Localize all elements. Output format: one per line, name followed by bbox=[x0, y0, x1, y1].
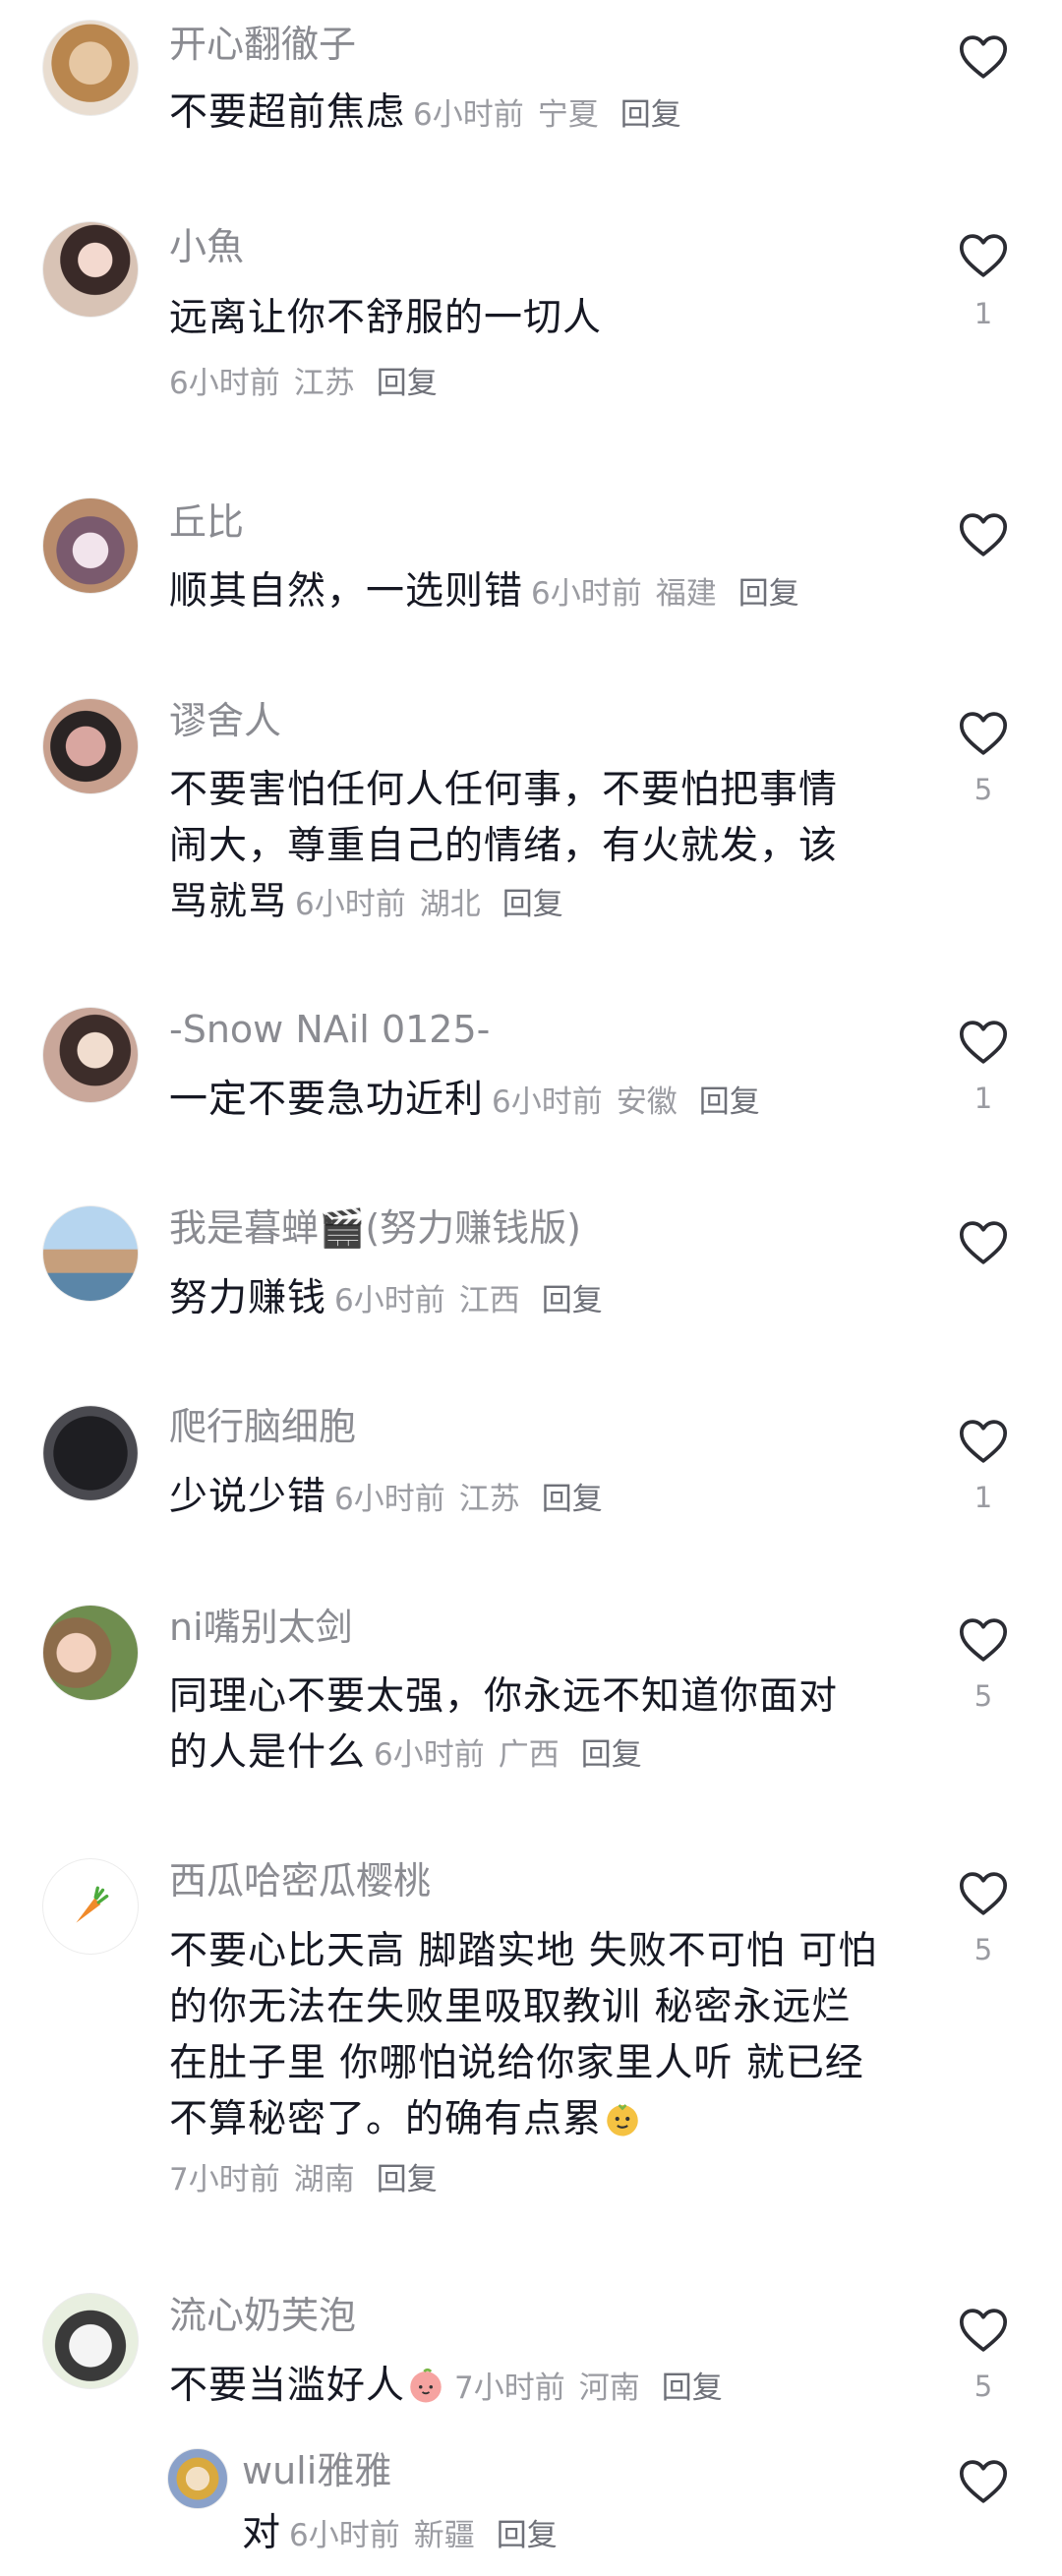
like-count: 5 bbox=[974, 1679, 993, 1713]
like-count: 1 bbox=[974, 1082, 993, 1115]
heart-icon[interactable] bbox=[956, 1414, 1011, 1469]
avatar[interactable] bbox=[42, 498, 139, 594]
comment-region: 安徽 bbox=[616, 1084, 678, 1120]
reply-button[interactable]: 回复 bbox=[620, 97, 681, 133]
comment-region: 湖北 bbox=[419, 887, 481, 922]
comment-region: 湖南 bbox=[293, 2162, 355, 2197]
comment-text: 少说少错 6小时前 江苏 回复 bbox=[169, 1475, 603, 1519]
reply-button[interactable]: 回复 bbox=[497, 2518, 558, 2553]
avatar[interactable] bbox=[42, 1605, 139, 1701]
heart-icon[interactable] bbox=[956, 1866, 1011, 1921]
heart-icon[interactable] bbox=[956, 2454, 1011, 2509]
reply-button[interactable]: 回复 bbox=[662, 2371, 723, 2406]
comment-text: 努力赚钱 6小时前 江西 回复 bbox=[169, 1276, 603, 1320]
heart-icon[interactable] bbox=[956, 706, 1011, 761]
comment-region: 江苏 bbox=[458, 1482, 520, 1517]
like-count: 5 bbox=[974, 2370, 993, 2403]
comment-time: 7小时前 bbox=[169, 2162, 280, 2197]
comment-text: 顺其自然，一选则错 6小时前 福建 回复 bbox=[169, 569, 799, 614]
reply-button[interactable]: 回复 bbox=[699, 1084, 760, 1120]
reply-button[interactable]: 回复 bbox=[377, 366, 438, 401]
comment-text: 不要当滥好人 7小时前 河南 回复 bbox=[169, 2364, 723, 2408]
comment-author[interactable]: ni嘴别太剑 bbox=[169, 1603, 353, 1652]
smile-emoji-icon bbox=[607, 2104, 638, 2137]
comment-author[interactable]: -Snow NAil 0125- bbox=[169, 1005, 490, 1054]
avatar[interactable] bbox=[42, 1858, 139, 1955]
comment-text: 不要心比天高 脚踏实地 失败不可怕 可怕 的你无法在失败里吸取教训 秘密永远烂 … bbox=[169, 1929, 878, 2141]
comment-region: 江苏 bbox=[293, 366, 355, 401]
comment-region: 河南 bbox=[578, 2371, 640, 2406]
comment-time: 6小时前 bbox=[289, 2518, 400, 2553]
reply-button[interactable]: 回复 bbox=[542, 1482, 603, 1517]
reply-button[interactable]: 回复 bbox=[581, 1737, 642, 1773]
comment-text: 不要超前焦虑 6小时前 宁夏 回复 bbox=[169, 90, 681, 135]
comment-author[interactable]: 谬舍人 bbox=[169, 696, 281, 745]
comment-text: 一定不要急功近利 6小时前 安徽 回复 bbox=[169, 1078, 760, 1122]
like-count: 5 bbox=[974, 773, 993, 806]
comment-time: 6小时前 bbox=[374, 1737, 485, 1773]
avatar[interactable] bbox=[42, 221, 139, 318]
comment-author[interactable]: 开心翻徹子 bbox=[169, 20, 356, 69]
comment-time: 6小时前 bbox=[492, 1084, 603, 1120]
comment-time: 6小时前 bbox=[413, 97, 524, 133]
like-count: 5 bbox=[974, 1933, 993, 1966]
comment-text: 远离让你不舒服的一切人 bbox=[169, 296, 603, 340]
avatar[interactable] bbox=[42, 1405, 139, 1501]
comment-author[interactable]: 流心奶芙泡 bbox=[169, 2291, 356, 2340]
comment-time: 6小时前 bbox=[295, 887, 406, 922]
comment-author[interactable]: 西瓜哈密瓜樱桃 bbox=[169, 1856, 431, 1905]
heart-icon[interactable] bbox=[956, 228, 1011, 283]
heart-icon[interactable] bbox=[956, 1015, 1011, 1070]
comment-region: 广西 bbox=[498, 1737, 560, 1773]
reply-button[interactable]: 回复 bbox=[377, 2162, 438, 2197]
reply-button[interactable]: 回复 bbox=[542, 1283, 603, 1318]
avatar[interactable] bbox=[42, 20, 139, 116]
comment-time: 7小时前 bbox=[454, 2371, 565, 2406]
comment-time: 6小时前 bbox=[334, 1283, 445, 1318]
comment-time: 6小时前 bbox=[531, 576, 642, 612]
comment-text: 不要害怕任何人任何事，不要怕把事情 闹大，尊重自己的情绪，有火就发，该 骂就骂 6… bbox=[169, 768, 839, 924]
avatar[interactable] bbox=[167, 2448, 228, 2509]
comment-author[interactable]: 爬行脑细胞 bbox=[169, 1402, 356, 1451]
avatar[interactable] bbox=[42, 2293, 139, 2389]
like-count: 1 bbox=[974, 1481, 993, 1514]
heart-icon[interactable] bbox=[956, 1215, 1011, 1270]
like-count: 1 bbox=[974, 297, 993, 330]
avatar[interactable] bbox=[42, 698, 139, 794]
heart-icon[interactable] bbox=[956, 2303, 1011, 2358]
reply-button[interactable]: 回复 bbox=[738, 576, 799, 612]
peach-emoji-icon bbox=[410, 2368, 442, 2403]
heart-icon[interactable] bbox=[956, 507, 1011, 562]
comment-region: 福建 bbox=[655, 576, 717, 612]
avatar[interactable] bbox=[42, 1007, 139, 1103]
comment-text: 同理心不要太强，你永远不知道你面对 的人是什么 6小时前 广西 回复 bbox=[169, 1674, 839, 1775]
comment-region: 宁夏 bbox=[537, 97, 599, 133]
comment-author[interactable]: wuli雅雅 bbox=[242, 2446, 391, 2495]
comment-author[interactable]: 小魚 bbox=[169, 222, 244, 271]
comment-author[interactable]: 丘比 bbox=[169, 498, 244, 547]
comment-time: 6小时前 bbox=[169, 366, 280, 401]
heart-icon[interactable] bbox=[956, 1612, 1011, 1668]
avatar[interactable] bbox=[42, 1205, 139, 1302]
comment-text: 对 6小时前 新疆 回复 bbox=[242, 2511, 558, 2555]
comment-time: 6小时前 bbox=[334, 1482, 445, 1517]
reply-button[interactable]: 回复 bbox=[502, 887, 563, 922]
heart-icon[interactable] bbox=[956, 29, 1011, 85]
comment-region: 新疆 bbox=[413, 2518, 475, 2553]
comment-region: 江西 bbox=[458, 1283, 520, 1318]
carrot-icon bbox=[76, 1886, 109, 1923]
comment-author[interactable]: 我是暮蝉🎬(努力赚钱版) bbox=[169, 1203, 581, 1253]
